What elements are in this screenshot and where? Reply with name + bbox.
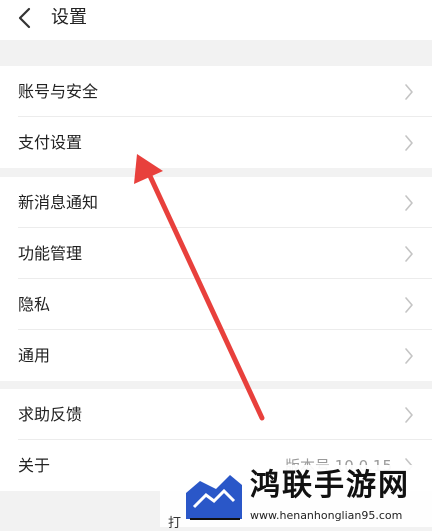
settings-item-privacy[interactable]: 隐私 bbox=[0, 279, 432, 330]
page-title: 设置 bbox=[51, 7, 87, 28]
chevron-right-icon bbox=[405, 195, 413, 211]
settings-group-account: 账号与安全 支付设置 bbox=[0, 66, 432, 168]
site-watermark: 鸿联手游网 www.henanhonglian95.com bbox=[160, 465, 432, 527]
settings-item-label: 新消息通知 bbox=[18, 193, 99, 212]
watermark-logo-icon bbox=[186, 475, 242, 520]
settings-item-notifications[interactable]: 新消息通知 bbox=[0, 177, 432, 228]
settings-item-general[interactable]: 通用 bbox=[0, 330, 432, 381]
settings-group-general: 新消息通知 功能管理 隐私 通用 bbox=[0, 177, 432, 381]
settings-item-label: 通用 bbox=[18, 346, 51, 365]
top-bar: 设置 bbox=[0, 0, 432, 40]
watermark-title: 鸿联手游网 bbox=[250, 468, 410, 503]
partial-text-fragment: 打 bbox=[168, 516, 182, 531]
settings-item-label: 关于 bbox=[18, 456, 51, 475]
chevron-right-icon bbox=[405, 407, 413, 423]
settings-item-label: 账号与安全 bbox=[18, 82, 99, 101]
chevron-left-icon[interactable] bbox=[14, 6, 36, 30]
settings-item-feature-management[interactable]: 功能管理 bbox=[0, 228, 432, 279]
settings-item-label: 支付设置 bbox=[18, 133, 83, 152]
chevron-right-icon bbox=[405, 246, 413, 262]
chevron-right-icon bbox=[405, 348, 413, 364]
settings-item-payment[interactable]: 支付设置 bbox=[0, 117, 432, 168]
chevron-right-icon bbox=[405, 135, 413, 151]
settings-item-label: 隐私 bbox=[18, 295, 51, 314]
settings-item-account-security[interactable]: 账号与安全 bbox=[0, 66, 432, 117]
chevron-right-icon bbox=[405, 297, 413, 313]
chevron-right-icon bbox=[405, 84, 413, 100]
watermark-url: www.henanhonglian95.com bbox=[250, 509, 403, 522]
settings-item-label: 求助反馈 bbox=[18, 405, 83, 424]
settings-item-help-feedback[interactable]: 求助反馈 bbox=[0, 389, 432, 440]
settings-item-label: 功能管理 bbox=[18, 244, 83, 263]
